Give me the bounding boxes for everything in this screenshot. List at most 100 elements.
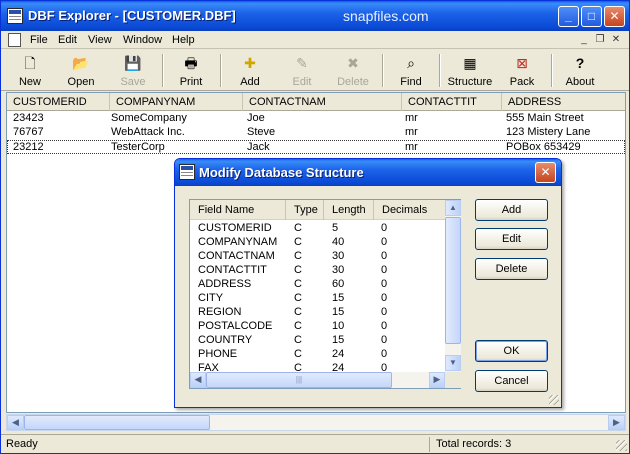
table-row-selected[interactable]: 23212 TesterCorp Jack mr POBox 653429	[7, 140, 625, 154]
cell: 23212	[13, 141, 44, 153]
toolbar-separator	[551, 54, 553, 87]
dialog-close-button[interactable]: ✕	[535, 162, 556, 183]
pack-button[interactable]: ⊠ Pack	[499, 52, 545, 89]
column-header[interactable]: COMPANYNAM	[110, 93, 243, 111]
scroll-thumb[interactable]	[24, 415, 210, 430]
list-item[interactable]: POSTALCODE C 10 0	[190, 319, 445, 333]
cell: TesterCorp	[111, 141, 165, 153]
field-cell: CITY	[198, 292, 224, 304]
cell: 555 Main Street	[506, 112, 584, 124]
mdi-close-button[interactable]: ✕	[609, 34, 623, 46]
list-item[interactable]: CONTACTNAM C 30 0	[190, 249, 445, 263]
delete-field-button[interactable]: Delete	[475, 258, 548, 280]
ok-button[interactable]: OK	[475, 340, 548, 362]
list-item[interactable]: CITY C 15 0	[190, 291, 445, 305]
field-cell: C	[294, 250, 302, 262]
list-item[interactable]: CUSTOMERID C 5 0	[190, 221, 445, 235]
new-button[interactable]: 🗋 New	[7, 52, 53, 89]
menu-file[interactable]: File	[30, 34, 48, 46]
list-item[interactable]: COUNTRY C 15 0	[190, 333, 445, 347]
field-cell: C	[294, 306, 302, 318]
cancel-button[interactable]: Cancel	[475, 370, 548, 392]
add-button[interactable]: ✚ Add	[226, 52, 274, 89]
delete-button[interactable]: ✖ Delete	[329, 52, 377, 89]
maximize-button[interactable]: □	[581, 6, 602, 27]
document-icon[interactable]	[8, 33, 21, 47]
mdi-restore-button[interactable]: ❐	[593, 34, 607, 46]
field-cell: C	[294, 264, 302, 276]
find-button[interactable]: ⌕ Find	[387, 52, 435, 89]
scroll-up-button[interactable]: ▲	[445, 200, 461, 216]
scroll-down-button[interactable]: ▼	[445, 355, 461, 371]
field-cell: 0	[381, 348, 388, 360]
grid-horizontal-scrollbar[interactable]: ◀ ▶	[6, 414, 626, 431]
mdi-minimize-button[interactable]: _	[577, 34, 591, 46]
field-cell: 15	[332, 292, 345, 304]
field-cell: REGION	[198, 306, 242, 318]
field-cell: 24	[332, 348, 345, 360]
field-list[interactable]: Field Name Type Length Decimals CUSTOMER…	[189, 199, 461, 389]
field-cell: 0	[381, 222, 388, 234]
edit-field-button[interactable]: Edit	[475, 228, 548, 250]
print-button[interactable]: 🖶 Print	[167, 52, 215, 89]
watermark-text: snapfiles.com	[343, 8, 429, 24]
open-button[interactable]: 📂 Open	[57, 52, 105, 89]
column-header[interactable]: CONTACTTIT	[402, 93, 502, 111]
add-label: Add	[240, 76, 260, 88]
field-cell: 0	[381, 292, 388, 304]
scroll-right-button[interactable]: ▶	[608, 415, 625, 430]
field-cell: 15	[332, 334, 345, 346]
table-row[interactable]: 23423 SomeCompany Joe mr 555 Main Street	[7, 112, 625, 126]
toolbar: 🗋 New 📂 Open 💾 Save 🖶 Print ✚ Add ✎ Edit…	[1, 50, 629, 91]
menu-help[interactable]: Help	[172, 34, 195, 46]
field-list-horizontal-scrollbar[interactable]: ◀ ||| ▶	[190, 372, 445, 388]
field-cell: CONTACTTIT	[198, 264, 267, 276]
column-header[interactable]: Field Name	[190, 200, 286, 220]
list-item[interactable]: ADDRESS C 60 0	[190, 277, 445, 291]
column-header[interactable]: ADDRESS	[502, 93, 625, 111]
list-item[interactable]: PHONE C 24 0	[190, 347, 445, 361]
structure-button[interactable]: ▦ Structure	[444, 52, 496, 89]
dbf-app-icon[interactable]	[7, 8, 23, 24]
dialog-title: Modify Database Structure	[199, 165, 364, 180]
field-list-vertical-scrollbar[interactable]: ▲ ▼	[445, 200, 461, 372]
close-button[interactable]: ✕	[604, 6, 625, 27]
scroll-thumb[interactable]	[445, 217, 461, 344]
cell: WebAttack Inc.	[111, 126, 185, 138]
dialog-resize-grip[interactable]	[549, 395, 559, 405]
resize-grip[interactable]	[616, 440, 627, 451]
find-label: Find	[400, 76, 422, 88]
menu-view[interactable]: View	[88, 34, 112, 46]
menu-edit[interactable]: Edit	[58, 34, 77, 46]
column-header[interactable]: Decimals	[374, 200, 445, 220]
list-item[interactable]: REGION C 15 0	[190, 305, 445, 319]
field-cell: C	[294, 236, 302, 248]
column-header[interactable]: CUSTOMERID	[7, 93, 110, 111]
pack-label: Pack	[509, 76, 535, 88]
column-header[interactable]: Length	[324, 200, 374, 220]
scroll-left-button[interactable]: ◀	[7, 415, 24, 430]
edit-button[interactable]: ✎ Edit	[278, 52, 326, 89]
delete-record-icon: ✖	[347, 55, 359, 71]
add-field-button[interactable]: Add	[475, 199, 548, 221]
window-title: DBF Explorer - [CUSTOMER.DBF]	[28, 8, 236, 23]
title-bar[interactable]: DBF Explorer - [CUSTOMER.DBF] snapfiles.…	[1, 1, 629, 31]
new-file-icon: 🗋	[24, 55, 36, 71]
dialog-title-bar[interactable]: Modify Database Structure ✕	[175, 159, 561, 186]
menu-window[interactable]: Window	[123, 34, 162, 46]
save-button[interactable]: 💾 Save	[109, 52, 157, 89]
about-button[interactable]: ? About	[557, 52, 603, 89]
main-window: DBF Explorer - [CUSTOMER.DBF] snapfiles.…	[0, 0, 630, 454]
field-cell: 0	[381, 306, 388, 318]
cell: Joe	[247, 112, 265, 124]
scroll-thumb[interactable]: |||	[206, 372, 392, 388]
column-header[interactable]: CONTACTNAM	[243, 93, 402, 111]
list-item[interactable]: CONTACTTIT C 30 0	[190, 263, 445, 277]
minimize-button[interactable]: _	[558, 6, 579, 27]
cell: mr	[405, 126, 418, 138]
scroll-left-button[interactable]: ◀	[190, 372, 206, 388]
table-row[interactable]: 76767 WebAttack Inc. Steve mr 123 Mister…	[7, 126, 625, 140]
scroll-right-button[interactable]: ▶	[429, 372, 445, 388]
column-header[interactable]: Type	[286, 200, 324, 220]
list-item[interactable]: COMPANYNAM C 40 0	[190, 235, 445, 249]
